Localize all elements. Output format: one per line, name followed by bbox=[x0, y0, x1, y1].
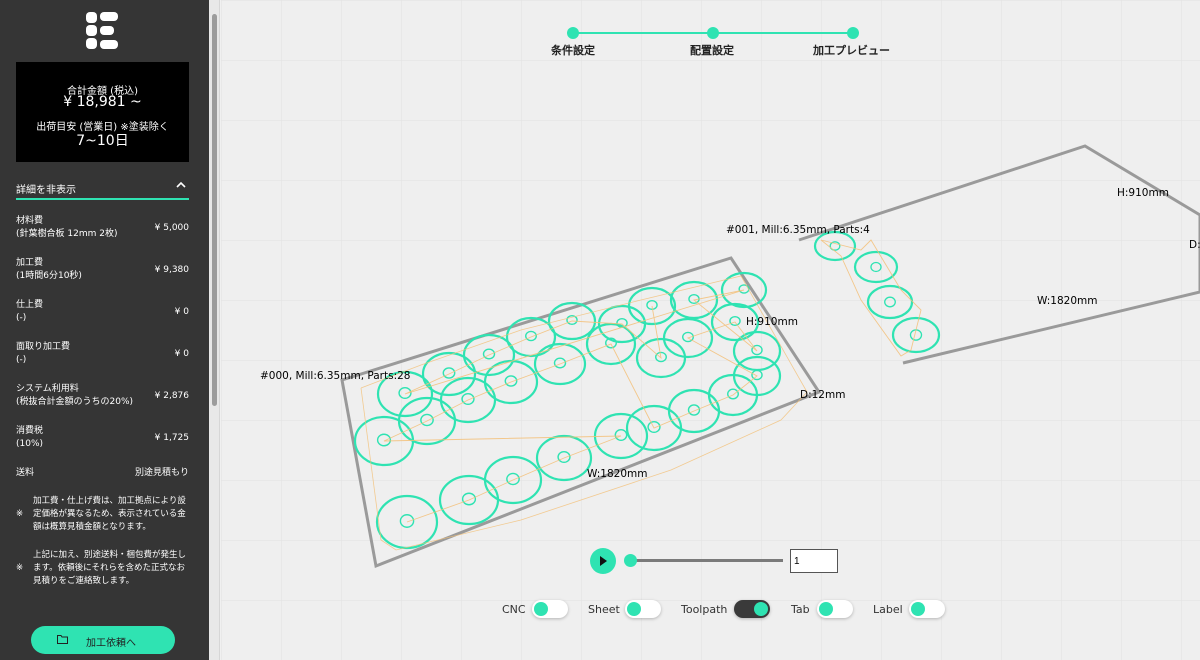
cost-value: ¥ 1,725 bbox=[154, 433, 189, 443]
step-connector bbox=[713, 32, 853, 34]
folder-icon bbox=[57, 635, 68, 644]
sheet-0-depth: D:12mm bbox=[800, 389, 846, 401]
play-icon bbox=[600, 556, 607, 566]
order-button-label: 加工依頼へ bbox=[86, 638, 136, 649]
note-text: 加工費・仕上げ費は、加工拠点により設定価格が異なるため、表示されている金額は概算… bbox=[33, 496, 186, 532]
toggle-knob bbox=[754, 602, 768, 616]
sheet-1-width: W:1820mm bbox=[1037, 295, 1098, 307]
toggle-knob bbox=[627, 602, 641, 616]
toggle-knob bbox=[534, 602, 548, 616]
frame-input[interactable] bbox=[790, 549, 838, 573]
cost-label: 仕上費 bbox=[16, 300, 44, 310]
logo-icon[interactable] bbox=[84, 12, 120, 50]
toggle-tab-label: Tab bbox=[791, 603, 810, 616]
cost-label: 材料費 bbox=[16, 216, 44, 226]
note-text: 上記に加え、別途送料・梱包費が発生します。依頼後にそれらを含めた正式なお見積りを… bbox=[33, 550, 187, 586]
chevron-up-icon bbox=[176, 181, 186, 188]
toggle-tab[interactable] bbox=[817, 600, 853, 618]
sheet-1-label: #001, Mill:6.35mm, Parts:4 bbox=[726, 224, 870, 236]
step-1-dot[interactable] bbox=[567, 27, 579, 39]
cost-label: 消費税 bbox=[16, 426, 44, 436]
timeline-slider-track[interactable] bbox=[627, 559, 783, 562]
cost-label: システム利用料 bbox=[16, 384, 79, 394]
cost-row-processing: 加工費 (1時間6分10秒) ¥ 9,380 bbox=[16, 257, 189, 287]
toggle-cnc[interactable] bbox=[532, 600, 568, 618]
price-summary: 合計金額 (税込) ¥ 18,981 ~ 出荷目安 (営業日) ※塗装除く 7~… bbox=[16, 62, 189, 162]
sheet-1-depth: D: bbox=[1189, 239, 1200, 251]
cost-sub: (-) bbox=[16, 355, 27, 365]
cost-value: ¥ 9,380 bbox=[154, 265, 189, 275]
step-2-dot[interactable] bbox=[707, 27, 719, 39]
cost-sub: (-) bbox=[16, 313, 27, 323]
cost-sub: (1時間6分10秒) bbox=[16, 271, 82, 281]
cost-value: ¥ 0 bbox=[174, 349, 189, 359]
toggle-sheet[interactable] bbox=[625, 600, 661, 618]
toggle-knob bbox=[911, 602, 925, 616]
step-3-label[interactable]: 加工プレビュー bbox=[813, 42, 890, 58]
cost-value: ¥ 0 bbox=[174, 307, 189, 317]
total-value: ¥ 18,981 ~ bbox=[63, 94, 142, 110]
cost-label: 加工費 bbox=[16, 258, 44, 268]
step-connector bbox=[573, 32, 713, 34]
cost-row-chamfer: 面取り加工費 (-) ¥ 0 bbox=[16, 341, 189, 371]
toggle-label[interactable] bbox=[909, 600, 945, 618]
cost-row-shipping: 送料 別途見積もり bbox=[16, 460, 189, 490]
preview-viewport[interactable]: 条件設定 配置設定 加工プレビュー #000, Mill:6.35mm, Par… bbox=[221, 0, 1200, 660]
cost-value: ¥ 5,000 bbox=[154, 223, 189, 233]
step-1-label[interactable]: 条件設定 bbox=[551, 42, 595, 58]
detail-toggle[interactable]: 詳細を非表示 bbox=[16, 178, 189, 200]
cost-row-system-fee: システム利用料 (税抜合計金額のうちの20%) ¥ 2,876 bbox=[16, 383, 189, 413]
cost-row-finishing: 仕上費 (-) ¥ 0 bbox=[16, 299, 189, 329]
detail-toggle-label: 詳細を非表示 bbox=[16, 185, 76, 196]
note-mark: ※ bbox=[16, 509, 24, 519]
ship-value: 7~10日 bbox=[76, 133, 129, 149]
cost-sub: (税抜合計金額のうちの20%) bbox=[16, 397, 134, 407]
toggle-toolpath-label: Toolpath bbox=[681, 603, 728, 616]
cost-row-material: 材料費 (針葉樹合板 12mm 2枚) ¥ 5,000 bbox=[16, 215, 189, 245]
sheet-0-height: H:910mm bbox=[746, 316, 798, 328]
cost-row-tax: 消費税 (10%) ¥ 1,725 bbox=[16, 425, 189, 455]
cost-sub: (針葉樹合板 12mm 2枚) bbox=[16, 229, 118, 239]
toggle-label-label: Label bbox=[873, 603, 903, 616]
sheet-0-label: #000, Mill:6.35mm, Parts:28 bbox=[260, 370, 411, 382]
timeline-slider-thumb[interactable] bbox=[624, 554, 637, 567]
toggle-knob bbox=[819, 602, 833, 616]
toggle-cnc-label: CNC bbox=[502, 603, 526, 616]
cost-label: 面取り加工費 bbox=[16, 342, 71, 352]
play-button[interactable] bbox=[590, 548, 616, 574]
toggle-sheet-label: Sheet bbox=[588, 603, 620, 616]
cost-value: ¥ 2,876 bbox=[154, 391, 189, 401]
sidebar: 合計金額 (税込) ¥ 18,981 ~ 出荷目安 (営業日) ※塗装除く 7~… bbox=[0, 0, 209, 660]
cost-sub: (10%) bbox=[16, 439, 44, 449]
toggle-toolpath[interactable] bbox=[734, 600, 770, 618]
cost-value: 別途見積もり bbox=[134, 468, 189, 478]
cost-label: 送料 bbox=[16, 468, 35, 478]
step-3-dot[interactable] bbox=[847, 27, 859, 39]
sidebar-scrollbar[interactable] bbox=[209, 0, 220, 660]
step-2-label[interactable]: 配置設定 bbox=[690, 42, 734, 58]
sheet-0-width: W:1820mm bbox=[587, 468, 648, 480]
order-button[interactable]: 加工依頼へ bbox=[31, 626, 175, 654]
scrollbar-thumb[interactable] bbox=[212, 14, 217, 406]
sheet-1-height: H:910mm bbox=[1117, 187, 1169, 199]
note-mark: ※ bbox=[16, 563, 24, 573]
